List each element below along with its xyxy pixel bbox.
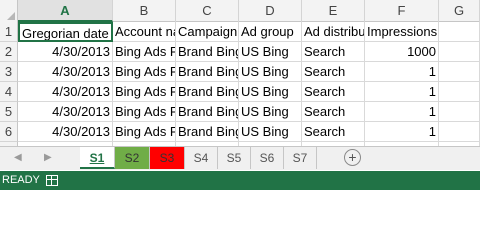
column-header-g[interactable]: G xyxy=(439,0,480,22)
row-header-1[interactable]: 1 xyxy=(0,22,18,42)
cell-a4[interactable]: 4/30/2013 xyxy=(18,82,113,102)
column-header-e[interactable]: E xyxy=(302,0,365,22)
cell-b3[interactable]: Bing Ads F xyxy=(113,62,176,82)
row-header-2[interactable]: 2 xyxy=(0,42,18,62)
column-header-c[interactable]: C xyxy=(176,0,239,22)
cell-g3[interactable] xyxy=(439,62,480,82)
sheet-tab-bar: ◀ ▶ S1 S2 S3 S4 S5 S6 S7 + xyxy=(0,146,480,170)
select-all-corner[interactable] xyxy=(0,0,18,22)
cell-a5[interactable]: 4/30/2013 xyxy=(18,102,113,122)
cell-b5[interactable]: Bing Ads F xyxy=(113,102,176,122)
cell-c3[interactable]: Brand Bing xyxy=(176,62,239,82)
row-header-6[interactable]: 6 xyxy=(0,122,18,142)
cell-e5[interactable]: Search xyxy=(302,102,365,122)
cell-f2[interactable]: 1000 xyxy=(365,42,439,62)
cell-d2[interactable]: US Bing xyxy=(239,42,302,62)
cell-b6[interactable]: Bing Ads F xyxy=(113,122,176,142)
cell-f6[interactable]: 1 xyxy=(365,122,439,142)
column-header-b[interactable]: B xyxy=(113,0,176,22)
status-bar: READY xyxy=(0,171,480,190)
cell-d6[interactable]: US Bing xyxy=(239,122,302,142)
sheet-tab-s7[interactable]: S7 xyxy=(284,147,317,169)
cell-d5[interactable]: US Bing xyxy=(239,102,302,122)
status-text: READY xyxy=(2,174,40,186)
sheet-tab-s1[interactable]: S1 xyxy=(80,147,115,169)
cell-a2[interactable]: 4/30/2013 xyxy=(18,42,113,62)
cell-f3[interactable]: 1 xyxy=(365,62,439,82)
cell-d1[interactable]: Ad group xyxy=(239,22,302,42)
cell-e2[interactable]: Search xyxy=(302,42,365,62)
column-header-row: A B C D E F G xyxy=(0,0,480,22)
sheet-tab-s5[interactable]: S5 xyxy=(218,147,251,169)
sheet-tab-s4[interactable]: S4 xyxy=(185,147,218,169)
cell-g6[interactable] xyxy=(439,122,480,142)
cell-f5[interactable]: 1 xyxy=(365,102,439,122)
cell-b4[interactable]: Bing Ads F xyxy=(113,82,176,102)
row-header-3[interactable]: 3 xyxy=(0,62,18,82)
cell-a1[interactable]: Gregorian date xyxy=(18,22,113,42)
sheet-mode-icon[interactable] xyxy=(46,175,58,186)
scroll-tabs-left-icon[interactable]: ◀ xyxy=(14,151,22,165)
cell-e4[interactable]: Search xyxy=(302,82,365,102)
cell-g2[interactable] xyxy=(439,42,480,62)
cell-c6[interactable]: Brand Bing xyxy=(176,122,239,142)
cell-g4[interactable] xyxy=(439,82,480,102)
cell-c2[interactable]: Brand Bing xyxy=(176,42,239,62)
sheet-tab-s2[interactable]: S2 xyxy=(115,147,150,169)
cell-g5[interactable] xyxy=(439,102,480,122)
cell-e1[interactable]: Ad distribution xyxy=(302,22,365,42)
row-header-5[interactable]: 5 xyxy=(0,102,18,122)
cell-c4[interactable]: Brand Bing xyxy=(176,82,239,102)
cell-a3[interactable]: 4/30/2013 xyxy=(18,62,113,82)
column-header-d[interactable]: D xyxy=(239,0,302,22)
cell-f1[interactable]: Impressions xyxy=(365,22,439,42)
cell-c1[interactable]: Campaign name xyxy=(176,22,239,42)
cell-e3[interactable]: Search xyxy=(302,62,365,82)
cell-g1[interactable] xyxy=(439,22,480,42)
select-all-triangle-icon xyxy=(7,12,15,20)
cell-d3[interactable]: US Bing xyxy=(239,62,302,82)
cell-c5[interactable]: Brand Bing xyxy=(176,102,239,122)
cell-f4[interactable]: 1 xyxy=(365,82,439,102)
add-sheet-button[interactable]: + xyxy=(344,149,361,166)
column-header-a[interactable]: A xyxy=(18,0,113,22)
cell-b2[interactable]: Bing Ads F xyxy=(113,42,176,62)
cell-e6[interactable]: Search xyxy=(302,122,365,142)
cell-b1[interactable]: Account name xyxy=(113,22,176,42)
scroll-tabs-right-icon[interactable]: ▶ xyxy=(44,151,52,165)
sheet-tab-s3[interactable]: S3 xyxy=(150,147,185,169)
column-header-f[interactable]: F xyxy=(365,0,439,22)
cell-d4[interactable]: US Bing xyxy=(239,82,302,102)
sheet-tab-s6[interactable]: S6 xyxy=(251,147,284,169)
cell-a6[interactable]: 4/30/2013 xyxy=(18,122,113,142)
row-header-4[interactable]: 4 xyxy=(0,82,18,102)
